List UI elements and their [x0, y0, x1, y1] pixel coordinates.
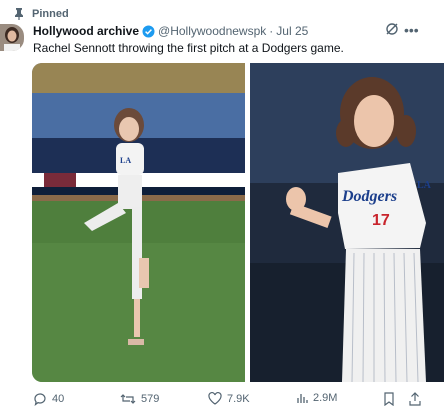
post-header: Hollywood archive @Hollywoodnewspk · Jul…: [33, 24, 433, 38]
share-button[interactable]: [409, 392, 421, 406]
pinned-indicator: Pinned: [14, 7, 69, 21]
reply-icon: [34, 393, 46, 406]
analytics-icon: [297, 394, 308, 403]
svg-text:LA: LA: [417, 180, 432, 191]
jersey-script: Dodgers: [341, 188, 397, 205]
like-button[interactable]: 7.9K: [208, 392, 250, 405]
share-icon: [409, 392, 421, 406]
like-count: 7.9K: [227, 392, 250, 405]
post-date[interactable]: Jul 25: [276, 24, 308, 38]
views-button[interactable]: 2.9M: [296, 392, 337, 404]
photo-closeup-dodgers-jersey[interactable]: Dodgers 17 LA: [250, 63, 444, 382]
media-grid: LA Dodgers 17 LA: [32, 63, 444, 383]
post-text: Rachel Sennott throwing the first pitch …: [33, 41, 344, 55]
heart-icon: [208, 392, 222, 405]
bookmark-button[interactable]: [383, 392, 395, 406]
reply-count: 40: [52, 393, 65, 405]
separator-dot: ·: [269, 24, 274, 38]
post-actions: 40 579 7.9K 2.9M: [33, 392, 433, 408]
repost-count: 579: [141, 393, 160, 405]
bookmark-icon: [384, 392, 394, 406]
view-count: 2.9M: [313, 392, 338, 404]
grok-icon[interactable]: [385, 22, 399, 41]
more-horizontal-icon[interactable]: •••: [404, 22, 419, 38]
pin-icon: [14, 8, 24, 20]
author-name[interactable]: Hollywood archive: [33, 24, 139, 38]
repost-button[interactable]: 579: [120, 392, 159, 406]
jersey-number: 17: [372, 212, 390, 229]
reply-button[interactable]: 40: [33, 392, 64, 406]
photo-pitching-windup[interactable]: LA: [32, 63, 245, 382]
avatar[interactable]: [0, 24, 24, 51]
repost-icon: [120, 394, 136, 404]
verified-badge-icon: [142, 25, 155, 38]
svg-text:LA: LA: [120, 156, 131, 165]
author-handle[interactable]: @Hollywoodnewspk: [158, 24, 266, 38]
pinned-label: Pinned: [32, 8, 69, 20]
